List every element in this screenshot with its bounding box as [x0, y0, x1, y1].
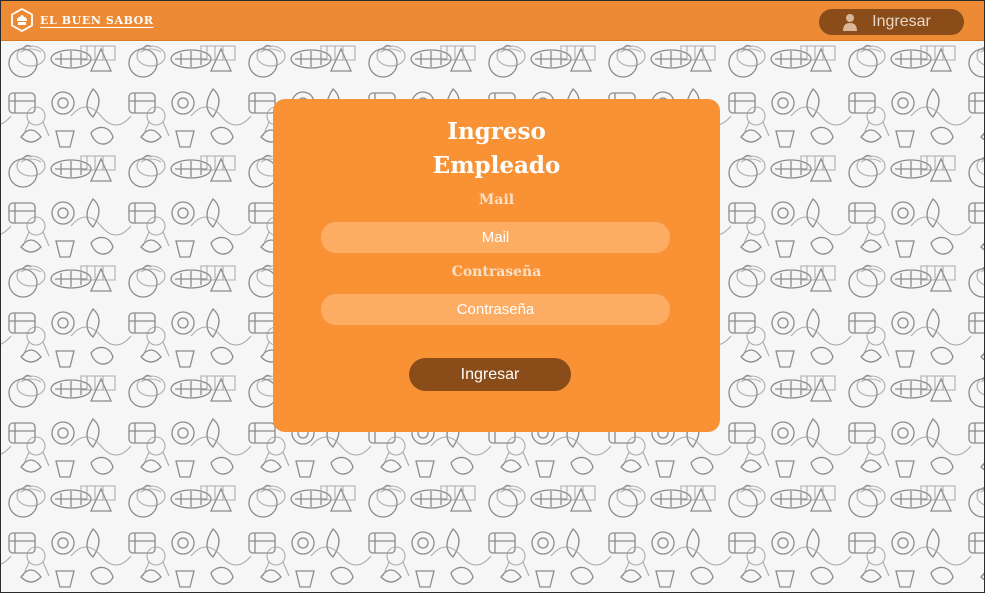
- chef-hat-logo-icon: [11, 8, 33, 32]
- card-title-line2: Empleado: [432, 152, 561, 179]
- brand-name: EL BUEN SABOR: [40, 13, 154, 27]
- top-navbar: EL BUEN SABOR Ingresar: [1, 1, 984, 41]
- email-field[interactable]: [321, 222, 670, 253]
- password-label: Contraseña: [451, 264, 542, 280]
- card-title: Ingreso Empleado: [273, 115, 720, 183]
- app-window: EL BUEN SABOR Ingresar Ingreso Empleado …: [0, 0, 985, 593]
- submit-login-button[interactable]: Ingresar: [409, 358, 571, 391]
- email-label: Mail: [478, 192, 515, 208]
- user-icon: [843, 14, 858, 31]
- brand-logo[interactable]: EL BUEN SABOR: [10, 8, 154, 32]
- password-field[interactable]: [321, 294, 670, 325]
- header-login-label: Ingresar: [872, 13, 931, 30]
- header-login-button[interactable]: Ingresar: [819, 9, 964, 35]
- card-title-line1: Ingreso: [447, 118, 546, 145]
- employee-login-card: Ingreso Empleado Mail Contraseña Ingresa…: [273, 99, 720, 432]
